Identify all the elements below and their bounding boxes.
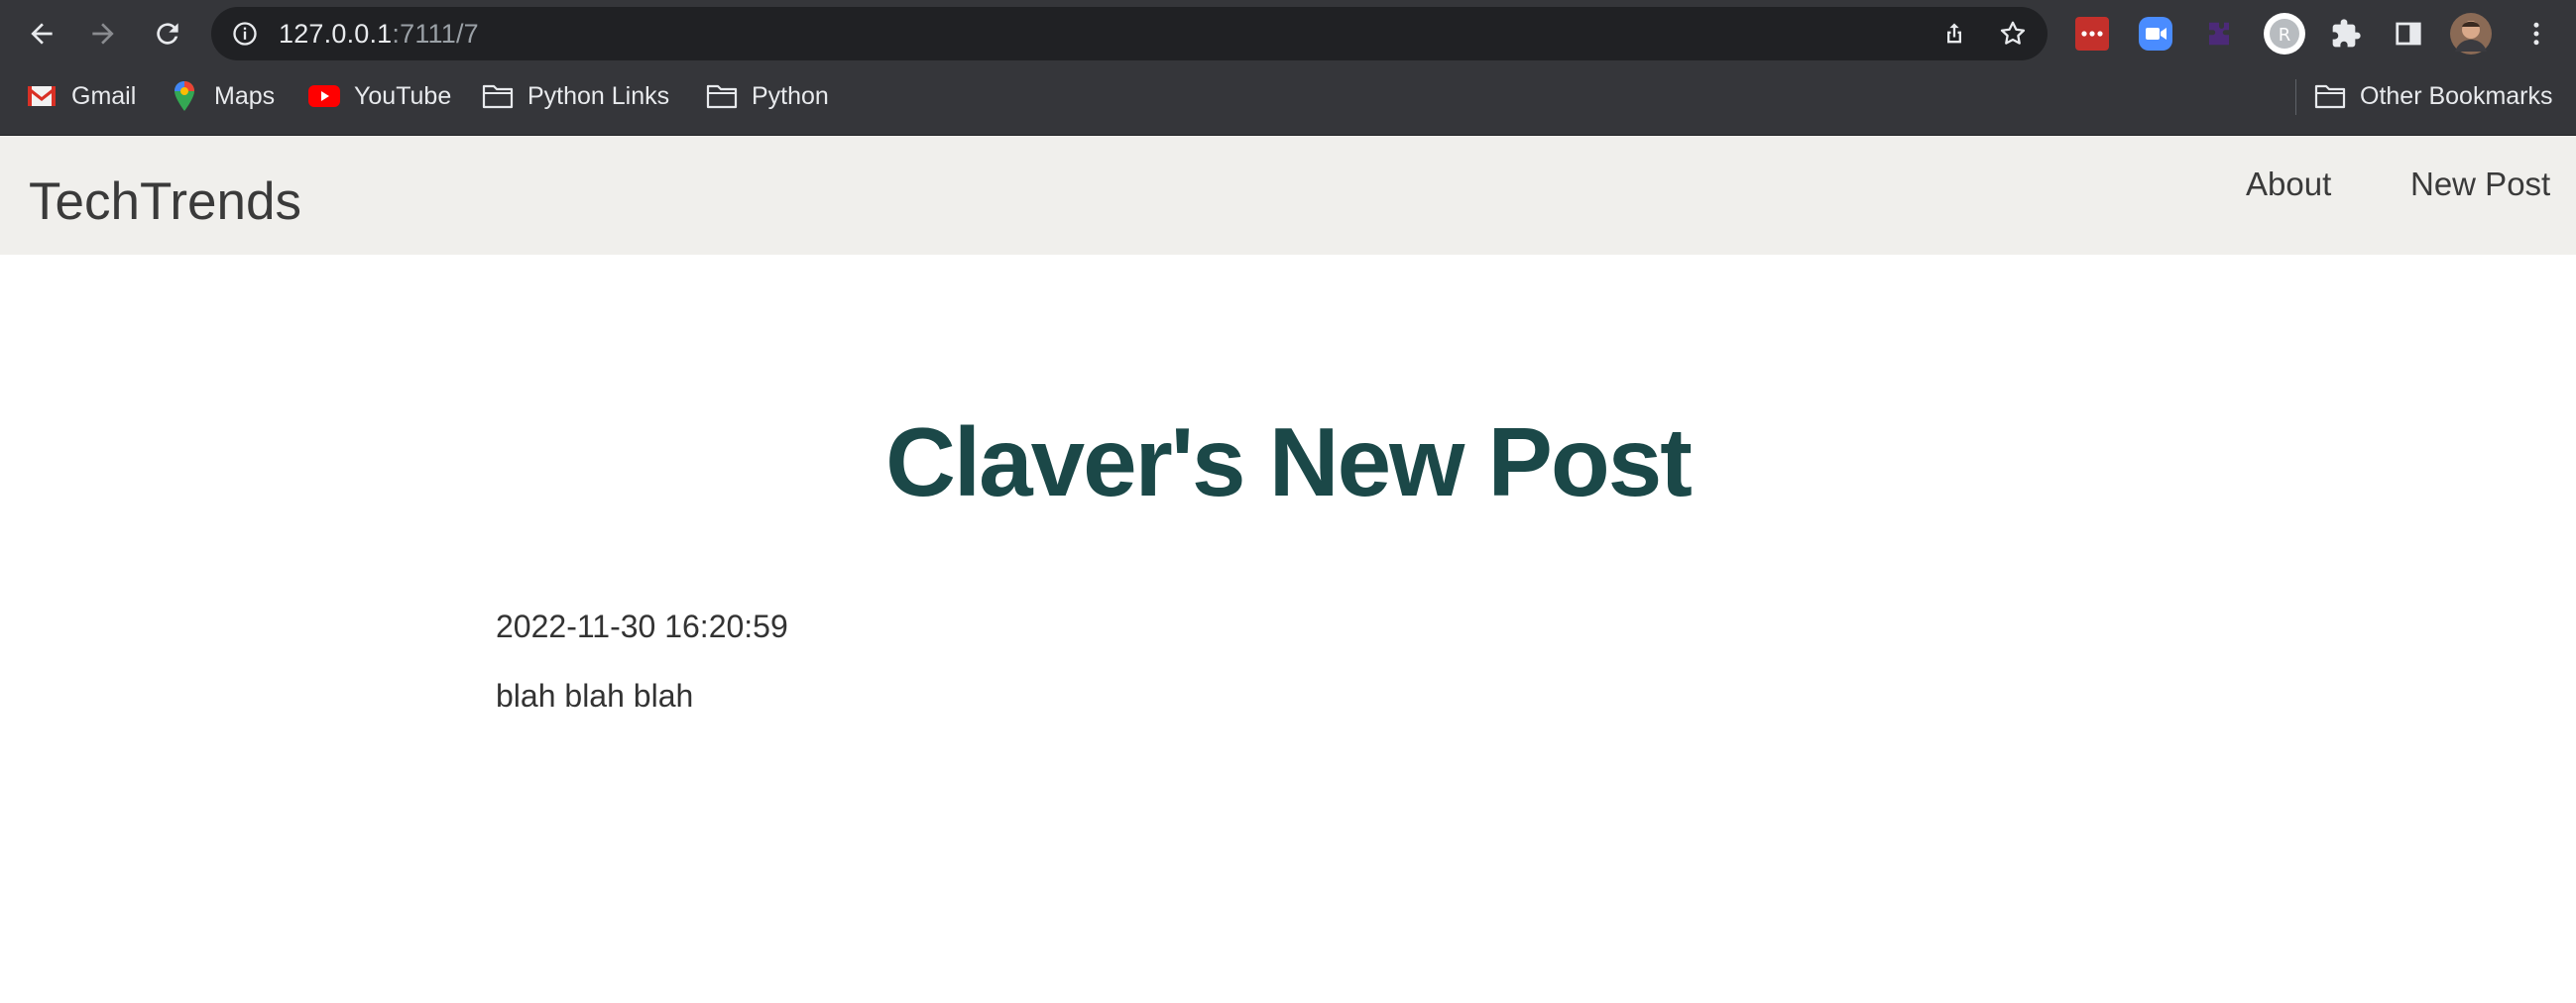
bookmark-label: Python	[752, 81, 829, 110]
site-navbar: TechTrends About New Post	[0, 136, 2576, 255]
avatar	[2450, 13, 2492, 55]
profile-ext-icon: R	[2264, 13, 2305, 55]
url-text[interactable]: 127.0.0.1:7111/7	[279, 7, 479, 60]
lastpass-icon	[2075, 17, 2109, 51]
nav-about-link[interactable]: About	[2246, 166, 2331, 203]
bookmark-gmail[interactable]: Gmail	[26, 67, 136, 125]
bookmark-youtube[interactable]: YouTube	[308, 67, 451, 125]
zoom-extension[interactable]	[2138, 16, 2173, 52]
nav-new-post-link[interactable]: New Post	[2410, 166, 2550, 203]
profile-extension[interactable]: R	[2263, 12, 2306, 56]
post-content: blah blah blah	[496, 678, 694, 714]
maps-icon	[169, 80, 200, 112]
svg-text:R: R	[2279, 25, 2291, 46]
bookmark-star-icon[interactable]	[1998, 19, 2028, 49]
reload-icon	[157, 23, 178, 45]
bookmark-maps[interactable]: Maps	[169, 67, 275, 125]
bookmark-label: Maps	[214, 81, 276, 110]
youtube-icon	[308, 80, 340, 112]
address-bar[interactable]: 127.0.0.1:7111/7	[211, 7, 2048, 60]
bookmark-label: YouTube	[354, 81, 452, 110]
back-button[interactable]	[22, 14, 61, 54]
side-panel-button[interactable]	[2391, 16, 2426, 52]
extensions-button[interactable]	[2328, 16, 2364, 52]
bookmark-label: Gmail	[71, 81, 137, 110]
post-date: 2022-11-30 16:20:59	[496, 609, 788, 644]
forward-button[interactable]	[83, 14, 123, 54]
site-info-icon[interactable]	[231, 20, 259, 48]
extensions-puzzle-icon	[2332, 19, 2361, 48]
browser-menu-button[interactable]	[2518, 16, 2554, 52]
url-path: :7111/7	[392, 19, 479, 49]
profile-avatar-button[interactable]	[2449, 12, 2493, 56]
folder-icon	[706, 80, 738, 112]
forward-arrow-icon	[92, 23, 114, 45]
gmail-icon	[26, 80, 58, 112]
bookmark-folder-python-links[interactable]: Python Links	[482, 67, 669, 125]
lastpass-extension[interactable]	[2074, 16, 2110, 52]
zoom-icon	[2139, 17, 2172, 51]
share-icon[interactable]	[1940, 20, 1968, 48]
bookmarks-bar: Gmail Maps YouTube Python Links Python O…	[0, 67, 2576, 136]
folder-icon	[482, 80, 514, 112]
puzzle-purple-icon	[2209, 22, 2229, 46]
post-title: Claver's New Post	[885, 407, 1693, 516]
bookmark-folder-python[interactable]: Python	[706, 67, 829, 125]
menu-icon	[2533, 22, 2539, 46]
side-panel-icon	[2396, 22, 2421, 46]
bookmarks-separator	[2295, 79, 2296, 115]
purple-extension[interactable]	[2201, 16, 2237, 52]
browser-toolbar: 127.0.0.1:7111/7 R	[0, 0, 2576, 67]
url-host: 127.0.0.1	[279, 19, 393, 49]
reload-button[interactable]	[148, 14, 187, 54]
other-bookmarks-folder[interactable]: Other Bookmarks	[2314, 67, 2553, 125]
site-brand[interactable]: TechTrends	[29, 171, 301, 232]
folder-icon	[2314, 80, 2346, 112]
other-bookmarks-label: Other Bookmarks	[2360, 81, 2553, 110]
back-arrow-icon	[31, 23, 53, 45]
bookmark-label: Python Links	[527, 81, 670, 110]
